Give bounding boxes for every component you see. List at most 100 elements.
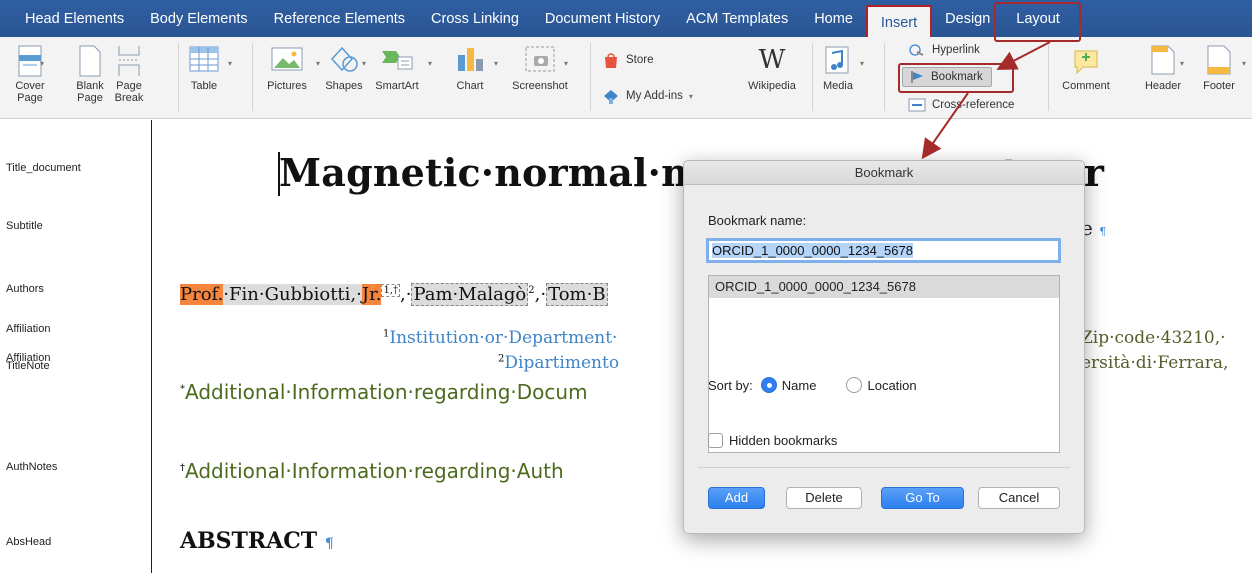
hyperlink-icon	[909, 44, 924, 56]
store-icon	[605, 53, 617, 68]
header-button[interactable]: Header	[1142, 45, 1184, 92]
tab-insert[interactable]: Insert	[865, 5, 933, 37]
author-name: Tom·B	[546, 283, 608, 306]
sort-by-label: Sort by:	[708, 377, 753, 393]
hyperlink-label: Hyperlink	[932, 44, 980, 56]
my-addins-label: My Add-ins	[626, 90, 683, 102]
pictures-chevron-icon[interactable]: ▾	[316, 59, 320, 68]
ribbon-divider	[178, 43, 179, 111]
tab-reference-elements[interactable]: Reference Elements	[261, 0, 418, 37]
goto-button[interactable]: Go To	[881, 487, 964, 509]
header-chevron-icon[interactable]: ▾	[1180, 59, 1184, 68]
smartart-chevron-icon[interactable]: ▾	[428, 59, 432, 68]
tab-head-elements[interactable]: Head Elements	[12, 0, 137, 37]
authors-line: Prof.·Fin·Gubbiotti,·Jr. 1,† ,· Pam·Malagò 2…	[180, 283, 608, 306]
sort-location-label[interactable]: Location	[867, 378, 916, 393]
table-chevron-icon[interactable]: ▾	[228, 59, 232, 68]
chart-label: Chart	[456, 80, 484, 92]
media-button[interactable]: Media	[818, 45, 858, 92]
cover-page-chevron-icon[interactable]: ▾	[40, 59, 44, 68]
bookmark-list-item[interactable]: ORCID_1_0000_0000_1234_5678	[709, 276, 1059, 298]
hidden-bookmarks-label[interactable]: Hidden bookmarks	[729, 433, 837, 448]
dialog-title: Bookmark	[684, 161, 1084, 185]
bookmark-name-input[interactable]: ORCID_1_0000_0000_1234_5678	[706, 238, 1061, 263]
author-prefix: Prof.	[180, 284, 224, 305]
author-note: †Additional·Information·regarding·Auth	[180, 459, 564, 483]
cover-page-button[interactable]: Cover Page	[12, 45, 48, 104]
screenshot-label: Screenshot	[512, 80, 568, 92]
cross-reference-button[interactable]: Cross-reference	[908, 97, 1014, 113]
ribbon-divider	[884, 43, 885, 111]
add-button[interactable]: Add	[708, 487, 765, 509]
sort-location-radio[interactable]	[846, 377, 863, 393]
media-label: Media	[823, 80, 853, 92]
ribbon-divider	[590, 43, 591, 111]
abstract-heading: ABSTRACT ¶	[180, 528, 334, 554]
sort-name-radio[interactable]	[760, 377, 777, 393]
ribbon-divider	[812, 43, 813, 111]
page-break-icon	[118, 46, 140, 76]
chart-button[interactable]: Chart	[452, 45, 488, 92]
style-label: Subtitle	[6, 220, 43, 232]
addins-icon	[604, 90, 618, 104]
author-name: Pam·Malagò	[411, 283, 529, 306]
cross-reference-label: Cross-reference	[932, 99, 1015, 111]
word-window: Head Elements Body Elements Reference El…	[0, 0, 1252, 573]
wikipedia-button[interactable]: W Wikipedia	[740, 45, 804, 92]
screenshot-button[interactable]: Screenshot	[508, 45, 572, 92]
my-addins-button[interactable]: My Add-ins ▾	[602, 87, 693, 105]
cover-page-label: Cover Page	[15, 80, 45, 104]
cover-page-icon	[18, 45, 42, 77]
store-label: Store	[626, 54, 654, 66]
tab-document-history[interactable]: Document History	[532, 0, 673, 37]
style-label: TitleNote	[6, 360, 50, 372]
media-chevron-icon[interactable]: ▾	[860, 59, 864, 68]
comment-label: Comment	[1062, 80, 1110, 92]
checkbox-box[interactable]	[708, 433, 723, 448]
insert-ribbon: Cover Page ▾ Blank Page Page Break Table…	[0, 37, 1252, 119]
hyperlink-button[interactable]: Hyperlink	[908, 42, 980, 58]
tab-home[interactable]: Home	[801, 0, 866, 37]
shapes-icon	[330, 46, 358, 72]
shapes-chevron-icon[interactable]: ▾	[362, 59, 366, 68]
sort-by-row: Sort by: Name Location	[708, 377, 917, 393]
bookmark-list[interactable]: ORCID_1_0000_0000_1234_5678	[708, 275, 1060, 453]
insert-tab-highlight	[994, 2, 1081, 42]
tab-cross-linking[interactable]: Cross Linking	[418, 0, 532, 37]
author-name: ·Fin·Gubbiotti,·	[223, 284, 362, 305]
footer-button[interactable]: Footer	[1198, 45, 1240, 92]
smartart-button[interactable]: SmartArt	[372, 45, 422, 92]
affiliation-1-end: Zip·code·43210,·	[1081, 328, 1226, 348]
bookmark-dialog: Bookmark Bookmark name: ORCID_1_0000_000…	[683, 160, 1085, 534]
tab-acm-templates[interactable]: ACM Templates	[673, 0, 801, 37]
tab-body-elements[interactable]: Body Elements	[137, 0, 261, 37]
page-break-button[interactable]: Page Break	[112, 45, 146, 104]
affiliation-1: 1Institution·or·Department·	[383, 328, 618, 348]
hidden-bookmarks-checkbox[interactable]: Hidden bookmarks	[708, 433, 837, 448]
pictures-button[interactable]: Pictures	[262, 45, 312, 92]
screenshot-chevron-icon[interactable]: ▾	[564, 59, 568, 68]
cancel-button[interactable]: Cancel	[978, 487, 1060, 509]
table-button[interactable]: Table	[186, 45, 222, 92]
author-suffix: Jr.	[361, 284, 382, 305]
delete-button[interactable]: Delete	[786, 487, 862, 509]
page-break-label: Page Break	[114, 80, 144, 104]
store-button[interactable]: Store	[602, 51, 654, 69]
comment-button[interactable]: Comment	[1058, 45, 1114, 92]
blank-page-button[interactable]: Blank Page	[75, 45, 105, 104]
shapes-button[interactable]: Shapes	[324, 45, 364, 92]
chart-chevron-icon[interactable]: ▾	[494, 59, 498, 68]
title-note: *Additional·Information·regarding·Docum	[180, 380, 588, 404]
bookmark-name-label: Bookmark name:	[708, 213, 807, 228]
smartart-label: SmartArt	[375, 80, 419, 92]
my-addins-chevron-icon: ▾	[688, 91, 693, 101]
footer-icon	[1207, 45, 1231, 75]
footer-chevron-icon[interactable]: ▾	[1242, 59, 1246, 68]
cross-reference-icon	[908, 98, 926, 112]
style-label: Title_document	[6, 162, 81, 174]
tab-design[interactable]: Design	[932, 0, 1003, 37]
table-label: Table	[190, 80, 218, 92]
sort-name-label[interactable]: Name	[782, 378, 817, 393]
header-icon	[1151, 45, 1175, 75]
affiliation-2-end: ersità·di·Ferrara,	[1081, 353, 1229, 373]
